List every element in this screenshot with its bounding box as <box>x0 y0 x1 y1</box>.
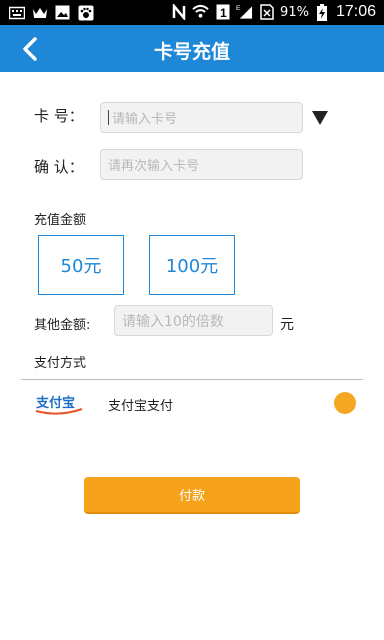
gallery-icon <box>54 4 71 21</box>
svg-text:1: 1 <box>220 6 227 20</box>
amount-option-50[interactable]: 50元 <box>38 235 124 295</box>
currency-unit: 元 <box>280 317 294 333</box>
confirm-card-input[interactable]: 请再次输入卡号 <box>100 149 303 180</box>
alipay-radio-selected[interactable] <box>334 392 356 414</box>
clock: 17:06 <box>335 3 376 20</box>
triangle-down-icon[interactable] <box>312 111 328 125</box>
other-amount-input[interactable]: 请输入10的倍数 <box>114 305 273 336</box>
other-amount-label: 其他金额: <box>34 318 91 333</box>
keyboard-icon <box>8 4 25 21</box>
baidu-icon <box>77 4 94 21</box>
confirm-label: 确 认： <box>34 158 84 176</box>
amount-option-100[interactable]: 100元 <box>149 235 235 295</box>
alipay-option-label: 支付宝支付 <box>108 399 174 414</box>
notification-icons <box>8 4 94 21</box>
page-title: 卡号充值 <box>153 41 230 63</box>
app-bar: 卡号充值 <box>0 25 384 72</box>
svg-text:E: E <box>236 5 241 12</box>
sim-1-icon: 1 <box>214 4 231 21</box>
no-sim-icon <box>258 4 275 21</box>
status-bar: 1 E 91% 17:06 <box>0 0 384 25</box>
system-indicators: 1 E 91% 17:06 <box>170 3 376 21</box>
confirm-card-placeholder: 请再次输入卡号 <box>108 159 200 174</box>
wifi-icon <box>192 4 209 21</box>
crown-icon <box>31 4 48 21</box>
divider <box>21 379 363 380</box>
card-number-placeholder: 请输入卡号 <box>112 112 178 127</box>
card-number-label: 卡 号： <box>34 107 84 125</box>
battery-percent: 91% <box>280 4 309 20</box>
pay-button[interactable]: 付款 <box>84 477 300 514</box>
amount-section-label: 充值金额 <box>34 213 87 228</box>
signal-icon: E <box>236 4 253 21</box>
other-amount-placeholder: 请输入10的倍数 <box>122 313 224 330</box>
pay-method-section-label: 支付方式 <box>34 356 87 371</box>
text-cursor <box>108 110 109 125</box>
alipay-logo-text: 支付宝 <box>35 395 75 411</box>
nfc-icon <box>170 4 187 21</box>
card-number-input[interactable]: 请输入卡号 <box>100 102 303 133</box>
battery-charging-icon <box>314 3 331 21</box>
alipay-logo: 支付宝 <box>35 395 83 415</box>
